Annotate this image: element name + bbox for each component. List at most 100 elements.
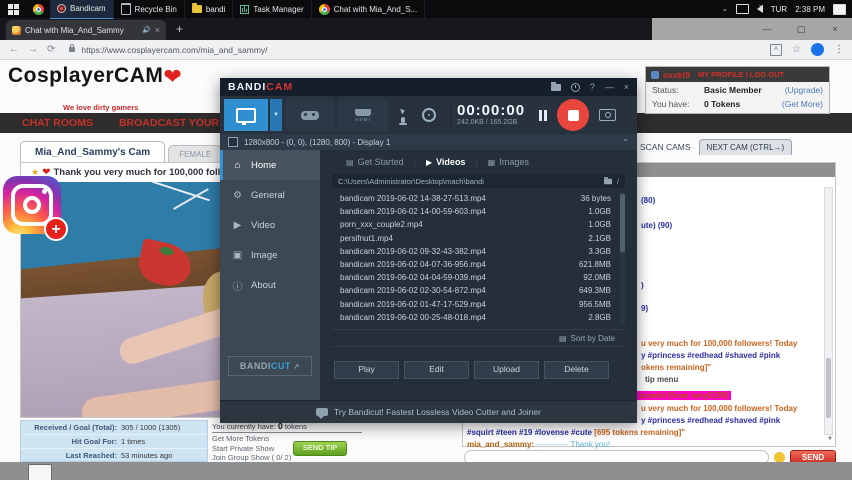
minimize-icon[interactable]: — — [605, 82, 614, 92]
file-row[interactable]: bandicam 2019-06-02 14-00-59-603.mp41.0G… — [332, 205, 625, 218]
file-row[interactable]: bandicam 2019-06-02 04-07-36-956.mp4621.… — [332, 258, 625, 271]
file-row[interactable]: persifnut1.mp42.1GB — [332, 232, 625, 245]
file-row[interactable]: bandicam 2019-06-02 09-32-43-382.mp43.3G… — [332, 245, 625, 258]
output-path-bar[interactable]: C:\Users\Administrator\Desktop\mach\band… — [332, 174, 625, 188]
microphone-icon[interactable] — [401, 117, 405, 123]
language-indicator[interactable]: TUR — [771, 5, 787, 14]
checkbox[interactable] — [228, 137, 238, 147]
file-list-scrollbar[interactable] — [620, 192, 625, 325]
bandicut-promo-footer[interactable]: Try Bandicut! Fastest Lossless Video Cut… — [220, 400, 637, 423]
tab-female[interactable]: FEMALE — [168, 145, 222, 162]
chat-hashtags[interactable]: #squirt #teen #19 #lovense #cute — [467, 428, 594, 437]
file-row[interactable]: bandicam 2019-06-02 01-47-17-529.mp4956.… — [332, 298, 625, 311]
bandicam-titlebar[interactable]: BANDICAM ? — × — [220, 78, 637, 96]
sidebar-item-about[interactable]: ⓘ About — [220, 270, 320, 300]
capture-target-bar[interactable]: 1280x800 - (0, 0), (1280, 800) - Display… — [220, 134, 637, 150]
window-minimize-button[interactable]: — — [750, 18, 784, 40]
taskbar-item-bandi-folder[interactable]: bandi — [185, 0, 234, 18]
tab-videos[interactable]: ▶ Videos — [426, 157, 466, 167]
file-size: 621.8MB — [553, 260, 625, 269]
notification-icon[interactable] — [833, 4, 846, 15]
browser-tab[interactable]: Chat with Mia_And_Sammy 🔊 × — [6, 20, 166, 40]
file-row[interactable]: bandicam 2019-06-02 02-30-54-872.mp4649.… — [332, 284, 625, 297]
edit-button[interactable]: Edit — [404, 361, 469, 379]
play-button[interactable]: Play — [334, 361, 399, 379]
new-tab-button[interactable]: + — [176, 22, 183, 36]
forward-button[interactable]: → — [28, 44, 38, 55]
send-tip-button[interactable]: SEND TIP — [293, 441, 347, 456]
sidebar-item-general[interactable]: ⚙ General — [220, 180, 320, 210]
taskbar-item-chat[interactable]: Chat with Mia_And_S... — [312, 0, 426, 18]
bottom-bar-widget[interactable] — [28, 464, 52, 480]
nav-chat-rooms[interactable]: CHAT ROOMS — [22, 117, 93, 129]
taskbar-item-recycle-bin[interactable]: Recycle Bin — [114, 0, 185, 18]
bookmark-star-icon[interactable]: ☆ — [792, 44, 801, 55]
tab-close-icon[interactable]: × — [155, 25, 160, 35]
username[interactable]: nxxkt9 — [663, 70, 690, 80]
scan-cams-link[interactable]: SCAN CAMS — [640, 142, 691, 155]
schedule-icon[interactable] — [571, 83, 580, 92]
sort-row[interactable]: ▤ Sort by Date — [332, 329, 625, 347]
file-size: 3.3GB — [553, 247, 625, 256]
taskbar-item-bandicam[interactable]: Bandicam — [50, 0, 114, 19]
file-row[interactable]: porn_xxx_couple2.mp41.0GB — [332, 218, 625, 231]
capture-target-label: 1280x800 - (0, 0), (1280, 800) - Display… — [244, 138, 390, 147]
url-text[interactable]: https://www.cosplayercam.com/mia_and_sam… — [81, 45, 770, 55]
bandicut-button[interactable]: BANDICUT↗ — [228, 356, 312, 376]
upload-button[interactable]: Upload — [474, 361, 539, 379]
screen-recording-mode-button[interactable] — [224, 99, 268, 131]
tray-chevron-icon[interactable]: ⌄ — [722, 5, 728, 13]
get-more-link[interactable]: (Get More) — [782, 99, 823, 109]
profile-logout-links[interactable]: MY PROFILE | LOG OUT — [698, 70, 784, 79]
scroll-down-icon[interactable]: ▼ — [827, 436, 833, 442]
game-recording-mode-button[interactable] — [286, 99, 334, 131]
file-list-scrollbar-thumb[interactable] — [620, 194, 625, 252]
tab-mia-and-sammy[interactable]: Mia_And_Sammy's Cam — [20, 141, 165, 162]
file-row[interactable]: bandicam 2019-06-02 14-38-27-513.mp436 b… — [332, 192, 625, 205]
mode-dropdown-button[interactable]: ▼ — [270, 99, 282, 131]
network-icon[interactable] — [736, 4, 749, 14]
clock[interactable]: 2:38 PM — [795, 5, 825, 14]
collapse-chevron-icon[interactable]: ⌃ — [622, 138, 629, 147]
sidebar-item-video[interactable]: ▶ Video — [220, 210, 320, 240]
chat-sender-name[interactable]: mia_and_sammy: — [467, 440, 534, 449]
window-maximize-button[interactable]: ▢ — [784, 18, 818, 40]
cursor-overlay-icon[interactable] — [400, 107, 406, 114]
reload-button[interactable]: ⟳ — [47, 44, 55, 55]
sidebar-item-home[interactable]: ⌂ Home — [220, 150, 320, 180]
record-stop-button[interactable] — [557, 99, 589, 131]
tab-get-started[interactable]: ▤ Get Started — [346, 157, 404, 167]
taskbar-item-task-manager[interactable]: Task Manager — [233, 0, 311, 18]
ssl-lock-icon[interactable] — [69, 47, 75, 52]
volume-muted-icon[interactable] — [757, 5, 763, 13]
chat-scrollbar-thumb[interactable] — [826, 358, 831, 418]
taskbar-chrome-button[interactable] — [26, 4, 50, 15]
screenshot-camera-icon[interactable] — [599, 109, 616, 121]
sidebar-item-image[interactable]: ▣ Image — [220, 240, 320, 270]
open-folder-icon[interactable] — [551, 84, 561, 91]
webcam-overlay-icon[interactable] — [422, 108, 436, 122]
help-icon[interactable]: ? — [590, 82, 595, 92]
browser-menu-icon[interactable]: ⋮ — [834, 44, 844, 55]
file-row[interactable]: bandicam 2019-06-02 00-25-48-018.mp42.8G… — [332, 311, 625, 324]
browse-folder-icon[interactable] — [604, 178, 612, 184]
site-logo[interactable]: CosplayerCAM❤ — [8, 64, 182, 90]
upgrade-link[interactable]: (Upgrade) — [785, 85, 823, 95]
close-icon[interactable]: × — [624, 82, 629, 92]
instagram-lens — [23, 196, 41, 214]
device-recording-mode-button[interactable]: HDMI — [338, 99, 388, 131]
tab-images[interactable]: ▦ Images — [488, 157, 529, 167]
pause-button[interactable] — [539, 110, 547, 121]
instagram-follow-badge[interactable]: + — [44, 217, 68, 241]
start-button[interactable] — [0, 0, 26, 18]
window-close-button[interactable]: × — [818, 18, 852, 40]
instagram-overlay[interactable]: + — [3, 176, 61, 234]
next-cam-button[interactable]: NEXT CAM (CTRL→) — [699, 139, 793, 155]
chat-scrollbar[interactable] — [824, 187, 833, 435]
delete-button[interactable]: Delete — [544, 361, 609, 379]
tab-audio-icon[interactable]: 🔊 — [142, 26, 151, 34]
translate-icon[interactable]: A — [770, 44, 782, 56]
back-button[interactable]: ← — [9, 44, 19, 55]
file-row[interactable]: bandicam 2019-06-02 04-04-59-039.mp492.0… — [332, 271, 625, 284]
profile-avatar[interactable] — [811, 43, 824, 56]
